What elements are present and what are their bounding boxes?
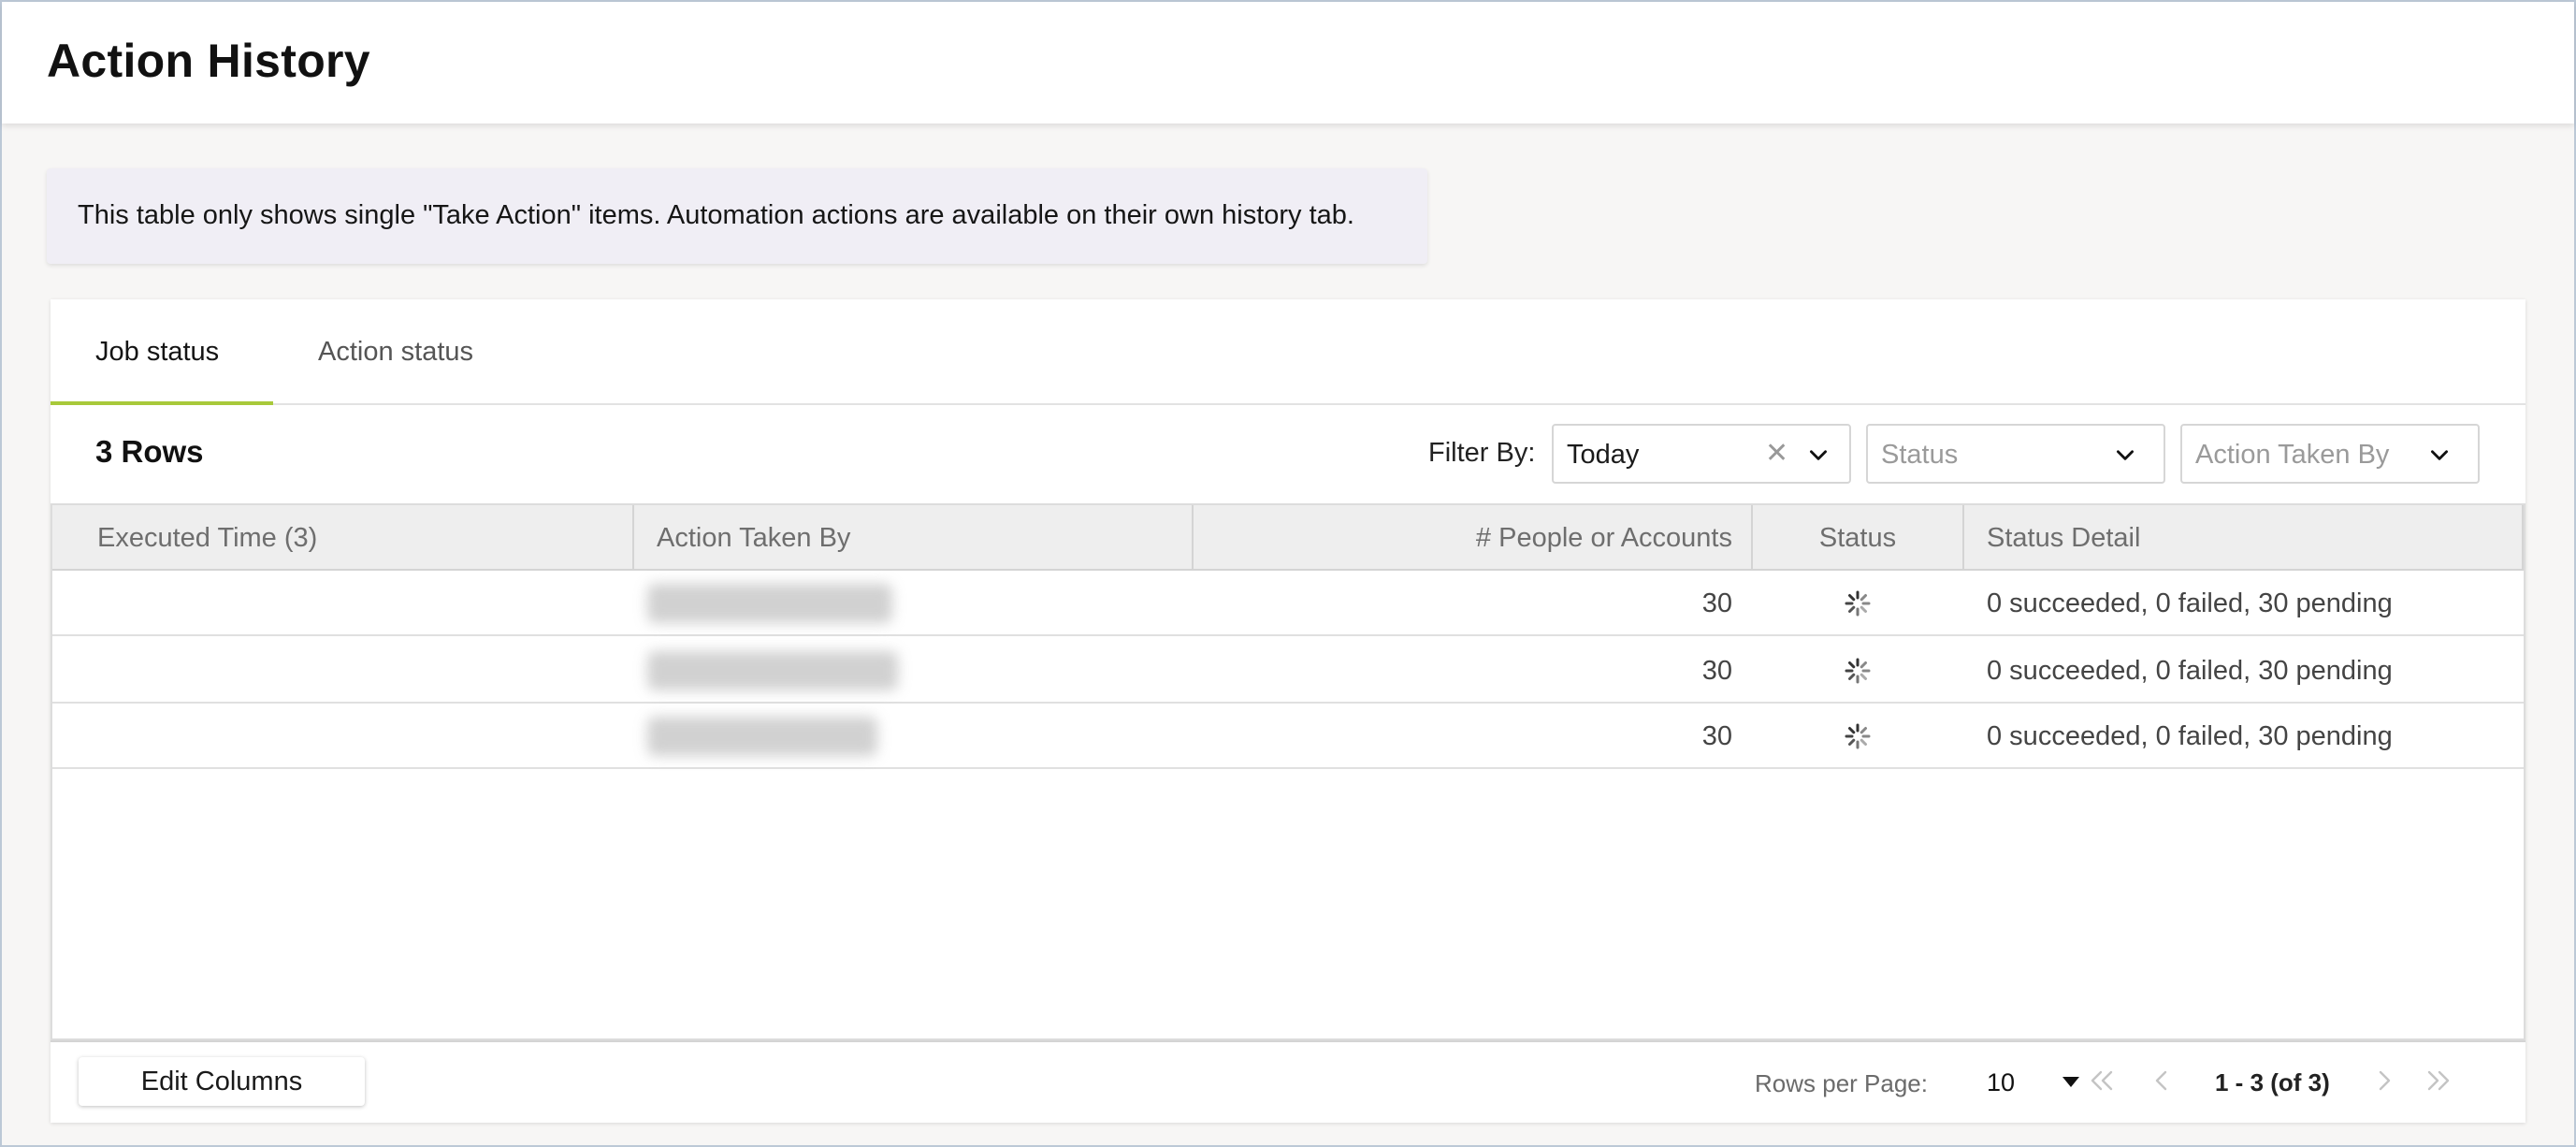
table-row[interactable]: 30 0 succeeded, 0 failed, 30 pending	[52, 571, 2524, 636]
column-divider	[2522, 505, 2524, 571]
tab-job-status-label: Job status	[95, 337, 220, 367]
next-page-icon[interactable]	[2368, 1065, 2400, 1096]
cell-status-detail: 0 succeeded, 0 failed, 30 pending	[1987, 721, 2393, 751]
table-row[interactable]: 30 0 succeeded, 0 failed, 30 pending	[52, 638, 2524, 704]
column-divider[interactable]	[632, 505, 634, 571]
tab-action-status-label: Action status	[318, 337, 474, 367]
row-count: 3 Rows	[95, 434, 204, 469]
action-taken-by-filter-placeholder: Action Taken By	[2195, 440, 2390, 470]
rows-per-page-value: 10	[1987, 1068, 2016, 1096]
table-footer: Edit Columns Rows per Page: 10 1 - 3 (of…	[51, 1040, 2525, 1123]
page-header: Action History	[2, 2, 2574, 123]
rows-per-page-label: Rows per Page:	[1755, 1069, 1928, 1097]
chevron-down-icon	[1810, 450, 1827, 460]
column-header-status-detail[interactable]: Status Detail	[1987, 505, 2140, 571]
pending-spinner-icon	[1845, 590, 1871, 617]
rows-per-page-select[interactable]: 10	[1974, 1059, 2097, 1106]
tab-action-status[interactable]: Action status	[318, 299, 473, 405]
action-taken-by-filter-select[interactable]: Action Taken By	[2180, 424, 2480, 484]
column-header-people-or-accounts[interactable]: # People or Accounts	[1194, 505, 1732, 571]
history-panel: Job status Action status 3 Rows Filter B…	[51, 299, 2525, 1123]
caret-down-icon	[2062, 1077, 2079, 1087]
cell-people-or-accounts: 30	[1701, 656, 1732, 686]
info-notice: This table only shows single "Take Actio…	[47, 168, 1427, 264]
status-filter-select[interactable]: Status	[1866, 424, 2165, 484]
cell-status-detail: 0 succeeded, 0 failed, 30 pending	[1987, 656, 2393, 686]
pending-spinner-icon	[1845, 723, 1871, 749]
date-filter-select[interactable]: Today ✕	[1552, 424, 1851, 484]
column-divider[interactable]	[1962, 505, 1964, 571]
chevron-down-icon	[2431, 450, 2448, 460]
cell-people-or-accounts: 30	[1701, 721, 1732, 751]
column-header-executed-time[interactable]: Executed Time (3)	[97, 505, 317, 571]
pagination-range: 1 - 3 (of 3)	[2215, 1068, 2330, 1096]
first-page-icon[interactable]	[2086, 1065, 2118, 1096]
tab-bar: Job status Action status	[51, 299, 2525, 405]
redacted-user-name	[647, 651, 898, 690]
redacted-user-name	[647, 717, 877, 756]
chevron-down-icon	[2117, 450, 2134, 460]
clear-filter-icon[interactable]: ✕	[1765, 439, 1788, 469]
filter-label: Filter By:	[1428, 438, 1536, 468]
info-notice-text: This table only shows single "Take Actio…	[78, 200, 1354, 230]
column-header-action-taken-by[interactable]: Action Taken By	[657, 505, 850, 571]
cell-status-detail: 0 succeeded, 0 failed, 30 pending	[1987, 588, 2393, 618]
page-title: Action History	[47, 35, 370, 87]
active-tab-indicator	[51, 401, 273, 405]
last-page-icon[interactable]	[2423, 1065, 2454, 1096]
history-table: Executed Time (3) Action Taken By # Peop…	[51, 503, 2525, 1040]
date-filter-value: Today	[1567, 440, 1640, 470]
column-header-status[interactable]: Status	[1753, 505, 1962, 571]
previous-page-icon[interactable]	[2146, 1065, 2178, 1096]
redacted-user-name	[647, 584, 892, 623]
table-header-row: Executed Time (3) Action Taken By # Peop…	[52, 505, 2524, 571]
pending-spinner-icon	[1845, 658, 1871, 684]
status-filter-placeholder: Status	[1881, 440, 1959, 470]
cell-people-or-accounts: 30	[1701, 588, 1732, 618]
tab-job-status[interactable]: Job status	[95, 299, 219, 405]
edit-columns-button[interactable]: Edit Columns	[79, 1057, 365, 1106]
table-row[interactable]: 30 0 succeeded, 0 failed, 30 pending	[52, 704, 2524, 769]
